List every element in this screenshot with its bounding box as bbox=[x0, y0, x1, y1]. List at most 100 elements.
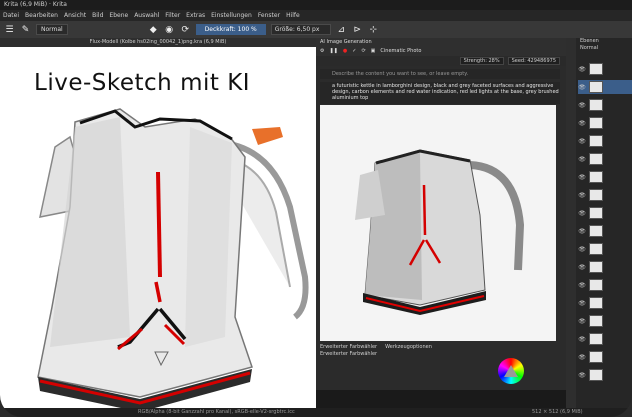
refresh-icon[interactable]: ⟳ bbox=[361, 48, 365, 54]
menu-item[interactable]: Filter bbox=[165, 10, 180, 21]
eye-icon[interactable]: 👁 bbox=[578, 246, 586, 253]
layers-title: Ebenen bbox=[580, 38, 599, 44]
eye-icon[interactable]: 👁 bbox=[578, 336, 586, 343]
menu-bar: Datei Bearbeiten Ansicht Bild Ebene Auswahl Fi… bbox=[0, 10, 632, 21]
layer-row[interactable]: 👁 bbox=[578, 350, 632, 364]
menu-item[interactable]: Auswahl bbox=[134, 10, 159, 21]
layer-thumbnail bbox=[589, 81, 603, 93]
check-icon[interactable]: ✓ bbox=[352, 48, 356, 54]
eye-icon[interactable]: 👁 bbox=[578, 156, 586, 163]
layer-thumbnail bbox=[589, 261, 603, 273]
kettle-sketch bbox=[37, 108, 309, 408]
negative-prompt-input[interactable]: Describe the content you want to see, or… bbox=[320, 69, 560, 79]
eye-icon[interactable]: 👁 bbox=[578, 264, 586, 271]
eye-icon[interactable]: 👁 bbox=[578, 120, 586, 127]
layer-row[interactable]: 👁 bbox=[578, 170, 632, 184]
eye-icon[interactable]: 👁 bbox=[578, 66, 586, 73]
color-triangle[interactable] bbox=[504, 365, 518, 377]
strength-slider[interactable]: Strength: 28% bbox=[459, 57, 504, 65]
ai-strength-row: Strength: 28% Seed: 429486975 bbox=[316, 56, 566, 66]
layer-thumbnail bbox=[589, 333, 603, 345]
layer-row[interactable]: 👁 bbox=[578, 62, 632, 76]
eye-icon[interactable]: 👁 bbox=[578, 210, 586, 217]
layers-blend-mode[interactable]: Normal bbox=[580, 45, 632, 52]
layers-panel: Ebenen Normal 👁 👁 👁 👁 👁 👁 👁 👁 👁 👁 👁 👁 👁 👁 👁 👁 👁 👁 bbox=[566, 38, 632, 408]
color-selector-label: Erweiterter Farbwähler bbox=[320, 351, 378, 357]
app-window: Krita (6,9 MiB) · Krita Datei Bearbeiten A… bbox=[0, 0, 632, 417]
menu-item[interactable]: Datei bbox=[3, 10, 19, 21]
menu-item[interactable]: Bearbeiten bbox=[25, 10, 58, 21]
eye-icon[interactable]: 👁 bbox=[578, 174, 586, 181]
mirror-vertical-icon[interactable]: ⊳ bbox=[352, 24, 363, 35]
canvas[interactable]: Flux-Modell (Kolbe hs02ing_00042_1)png.k… bbox=[0, 38, 316, 408]
settings-icon[interactable]: ⚙ bbox=[320, 48, 324, 54]
brush-presets-icon[interactable]: ☰ bbox=[4, 24, 15, 35]
eye-icon[interactable]: 👁 bbox=[578, 282, 586, 289]
menu-item[interactable]: Einstellungen bbox=[211, 10, 252, 21]
layer-row[interactable]: 👁 bbox=[578, 224, 632, 238]
menu-item[interactable]: Hilfe bbox=[286, 10, 300, 21]
layer-thumbnail bbox=[589, 351, 603, 363]
prompt-input[interactable]: a futuristic kettle in lamborghini desig… bbox=[320, 82, 560, 104]
wrap-around-icon[interactable]: ⊹ bbox=[368, 24, 379, 35]
opacity-slider[interactable]: Deckkraft: 100 % bbox=[195, 24, 266, 35]
layer-row[interactable]: 👁 bbox=[578, 206, 632, 220]
eye-icon[interactable]: 👁 bbox=[578, 102, 586, 109]
layer-thumbnail bbox=[589, 153, 603, 165]
seed-field[interactable]: Seed: 429486975 bbox=[507, 57, 560, 65]
tab-advanced-color-selector[interactable]: Erweiterter Farbwähler bbox=[320, 344, 377, 350]
menu-item[interactable]: Ebene bbox=[109, 10, 128, 21]
layer-row[interactable]: 👁 bbox=[578, 152, 632, 166]
reload-preset-icon[interactable]: ⟳ bbox=[180, 24, 191, 35]
menu-item[interactable]: Fenster bbox=[258, 10, 280, 21]
layer-row[interactable]: 👁 bbox=[578, 296, 632, 310]
color-profile-status: RGB/Alpha (8-bit Ganzzahl pro Kanal), sR… bbox=[138, 409, 295, 415]
eye-icon[interactable]: 👁 bbox=[578, 228, 586, 235]
layer-thumbnail bbox=[589, 297, 603, 309]
layer-row[interactable]: 👁 bbox=[578, 314, 632, 328]
style-select[interactable]: Cinematic Photo bbox=[380, 48, 421, 54]
layer-row[interactable]: 👁 bbox=[578, 368, 632, 382]
eye-icon[interactable]: 👁 bbox=[578, 138, 586, 145]
layers-header: Ebenen Normal bbox=[576, 38, 632, 60]
eye-icon[interactable]: 👁 bbox=[578, 318, 586, 325]
eye-icon[interactable]: 👁 bbox=[578, 300, 586, 307]
layer-row[interactable]: 👁 bbox=[578, 242, 632, 256]
tab-tool-options[interactable]: Werkzeugoptionen bbox=[385, 344, 432, 350]
document-tab[interactable]: Flux-Modell (Kolbe hs02ing_00042_1)png.k… bbox=[0, 38, 316, 47]
layer-row[interactable]: 👁 bbox=[578, 98, 632, 112]
layer-thumbnail bbox=[589, 207, 603, 219]
eye-icon[interactable]: 👁 bbox=[578, 372, 586, 379]
eraser-icon[interactable]: ◆ bbox=[148, 24, 159, 35]
generated-image-preview[interactable] bbox=[320, 105, 556, 341]
eye-icon[interactable]: 👁 bbox=[578, 84, 586, 91]
ai-panel-header: AI Image Generation bbox=[316, 38, 566, 46]
layer-thumbnail bbox=[589, 171, 603, 183]
layer-row[interactable]: 👁 bbox=[578, 188, 632, 202]
size-slider[interactable]: Größe: 6,50 px bbox=[270, 24, 331, 35]
mirror-horizontal-icon[interactable]: ⊿ bbox=[336, 24, 347, 35]
eye-icon[interactable]: 👁 bbox=[578, 192, 586, 199]
layer-thumbnail bbox=[589, 189, 603, 201]
layer-thumbnail bbox=[589, 225, 603, 237]
layer-row[interactable]: 👁 bbox=[578, 278, 632, 292]
layer-row[interactable]: 👁 bbox=[578, 134, 632, 148]
menu-item[interactable]: Extras bbox=[186, 10, 205, 21]
pause-icon[interactable]: ❚❚ bbox=[329, 48, 337, 54]
menu-item[interactable]: Bild bbox=[92, 10, 103, 21]
layer-row[interactable]: 👁 bbox=[578, 80, 632, 94]
layer-row[interactable]: 👁 bbox=[578, 116, 632, 130]
eye-icon[interactable]: 👁 bbox=[578, 354, 586, 361]
generated-kettle-image bbox=[320, 105, 556, 341]
menu-item[interactable]: Ansicht bbox=[64, 10, 86, 21]
gradient-bar[interactable] bbox=[316, 390, 566, 408]
layer-thumbnail bbox=[589, 117, 603, 129]
brush-icon[interactable]: ✎ bbox=[20, 24, 31, 35]
brush-toolbar: ☰ ✎ Normal ◆ ◉ ⟳ Deckkraft: 100 % Größe:… bbox=[0, 21, 632, 38]
record-icon[interactable]: ● bbox=[343, 48, 347, 54]
layer-row[interactable]: 👁 bbox=[578, 332, 632, 346]
blend-mode-select[interactable]: Normal bbox=[36, 24, 68, 35]
layer-row[interactable]: 👁 bbox=[578, 260, 632, 274]
window-title: Krita (6,9 MiB) · Krita bbox=[0, 0, 632, 10]
preserve-alpha-icon[interactable]: ◉ bbox=[164, 24, 175, 35]
